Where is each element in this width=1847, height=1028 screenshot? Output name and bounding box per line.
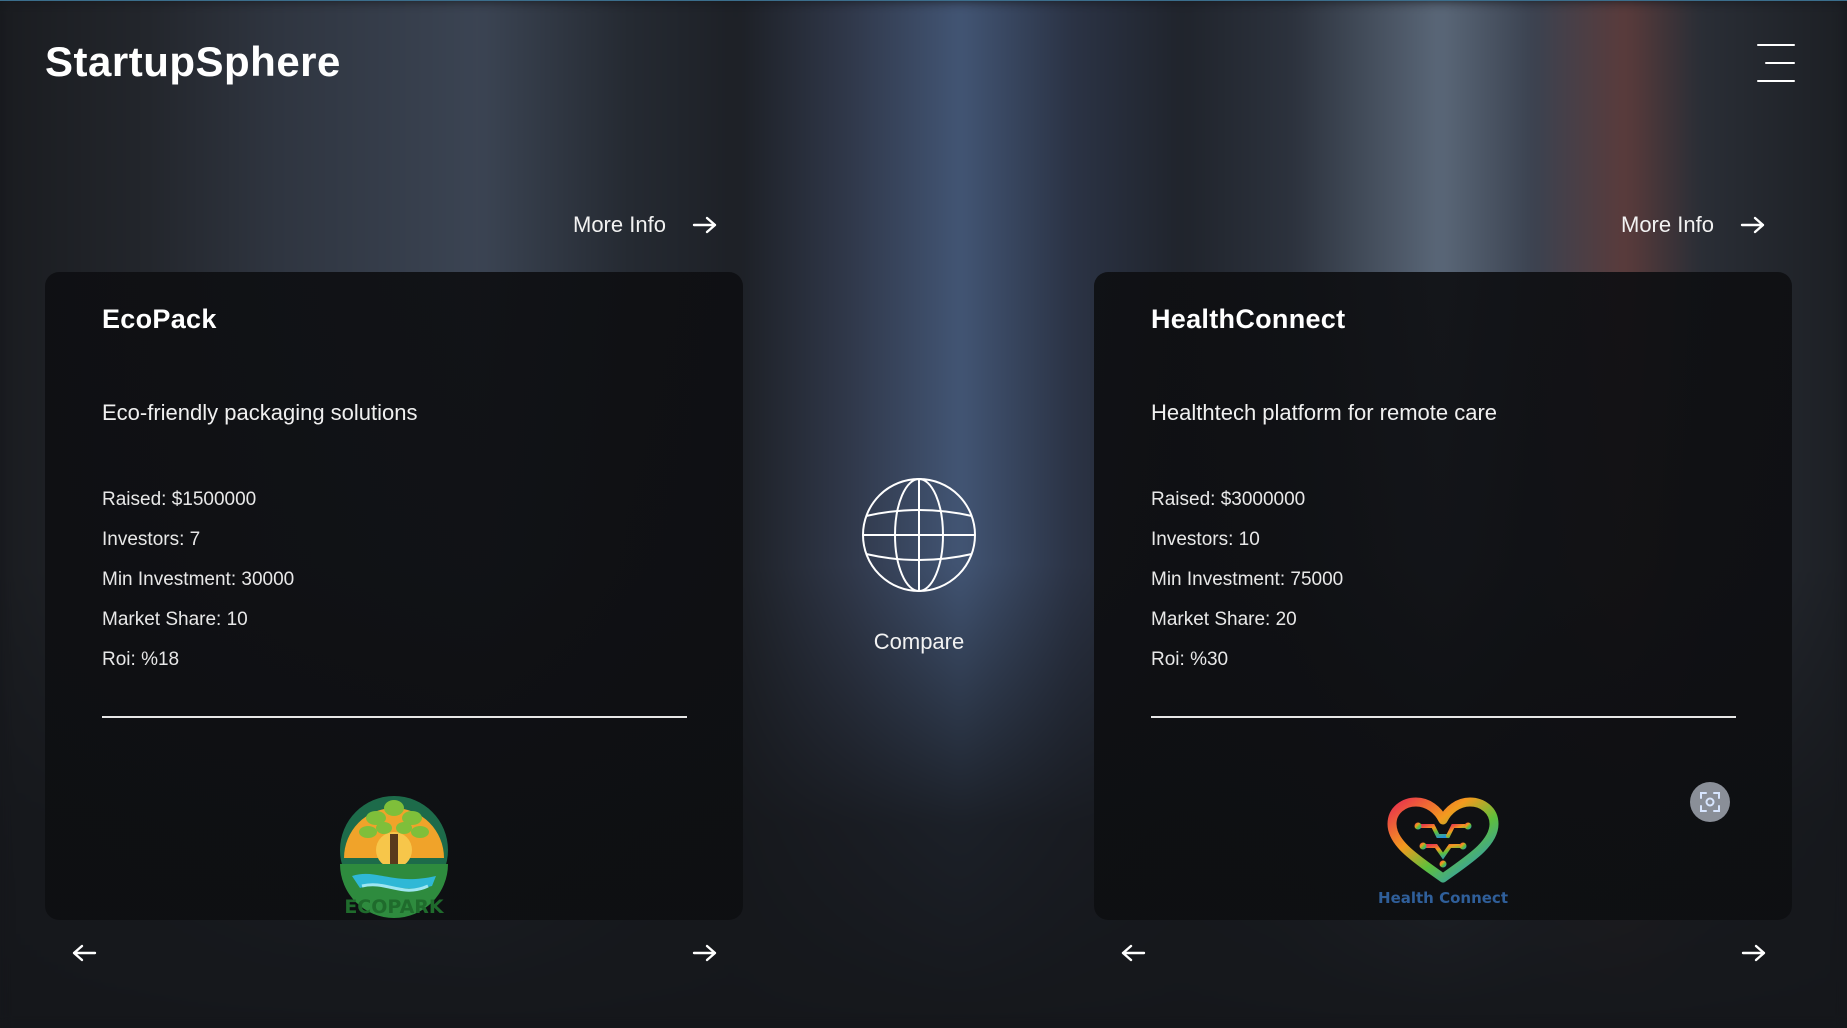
- globe-icon: [862, 478, 976, 592]
- stat-raised: Raised: $1500000: [102, 489, 257, 510]
- ecopack-logo: ECOPARK: [340, 796, 448, 918]
- ecopack-logo-text: ECOPARK: [344, 896, 445, 918]
- card-divider: [102, 716, 687, 718]
- more-info-label: More Info: [1621, 212, 1714, 237]
- app-logo[interactable]: StartupSphere: [45, 38, 341, 86]
- healthconnect-logo-text: Health Connect: [1378, 889, 1508, 907]
- startup-card-ecopack: EcoPack Eco-friendly packaging solutions…: [45, 272, 743, 920]
- stat-roi: Roi: %30: [1151, 649, 1229, 670]
- arrow-right-icon: [1740, 216, 1765, 234]
- startup-name: HealthConnect: [1151, 304, 1346, 334]
- menu-line: [1757, 44, 1795, 46]
- stat-roi: Roi: %18: [102, 649, 180, 670]
- menu-line: [1765, 62, 1795, 64]
- prev-arrow-icon[interactable]: [1120, 944, 1146, 962]
- stat-market-share: Market Share: 10: [102, 609, 248, 630]
- next-arrow-icon[interactable]: [1741, 944, 1767, 962]
- compare-label: Compare: [873, 629, 965, 654]
- stat-min-investment: Min Investment: 30000: [102, 569, 295, 590]
- startup-stats: Raised: $1500000 Investors: 7 Min Invest…: [102, 488, 294, 688]
- scan-icon-glyph: [1700, 792, 1720, 812]
- startup-description: Eco-friendly packaging solutions: [102, 400, 418, 425]
- card-divider: [1151, 716, 1736, 718]
- stat-raised: Raised: $3000000: [1151, 489, 1306, 510]
- hamburger-menu-icon[interactable]: [1755, 42, 1795, 84]
- arrow-right-icon: [692, 216, 717, 234]
- startup-name: EcoPack: [102, 304, 217, 334]
- startup-stats: Raised: $3000000 Investors: 10 Min Inves…: [1151, 488, 1343, 688]
- stat-min-investment: Min Investment: 75000: [1151, 569, 1344, 590]
- menu-line: [1757, 80, 1795, 82]
- prev-arrow-icon[interactable]: [71, 944, 97, 962]
- scan-icon[interactable]: [1690, 782, 1730, 822]
- top-accent-line: [0, 0, 1847, 1]
- more-info-link-healthconnect[interactable]: More Info: [1621, 212, 1766, 238]
- more-info-label: More Info: [573, 212, 666, 237]
- next-arrow-icon[interactable]: [692, 944, 718, 962]
- more-info-link-ecopack[interactable]: More Info: [573, 212, 718, 238]
- healthconnect-logo: Health Connect: [1378, 797, 1508, 907]
- startup-description: Healthtech platform for remote care: [1151, 400, 1498, 425]
- startup-card-healthconnect: HealthConnect Healthtech platform for re…: [1094, 272, 1792, 920]
- compare-button[interactable]: Compare: [858, 474, 980, 655]
- stat-market-share: Market Share: 20: [1151, 609, 1297, 630]
- stat-investors: Investors: 10: [1151, 529, 1260, 550]
- stat-investors: Investors: 7: [102, 529, 201, 550]
